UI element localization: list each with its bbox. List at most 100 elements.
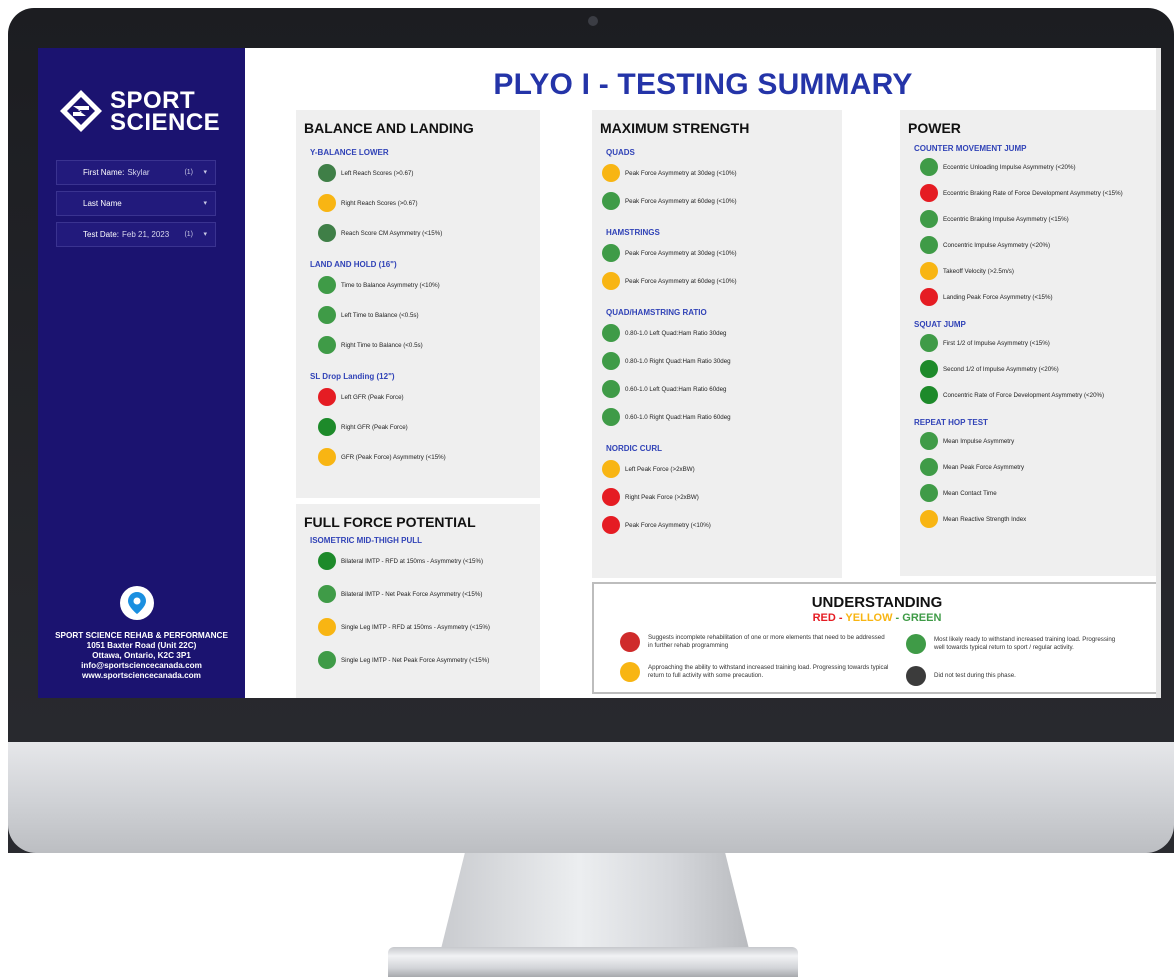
maximum-strength-panel: MAXIMUM STRENGTH QUADS Peak Force Asymmetr… [592,110,842,578]
status-dot-icon [318,585,336,603]
full-force-panel: FULL FORCE POTENTIAL ISOMETRIC MID-THIGH … [296,504,540,698]
test-date-label: Test Date: [83,230,120,239]
legend-red-item: Suggests incomplete rehabilitation of on… [620,632,890,652]
metric-row: Left Peak Force (>2xBW) [602,460,695,478]
metric-label: Bilateral IMTP - Net Peak Force Asymmetr… [341,590,483,598]
metric-row: First 1/2 of Impulse Asymmetry (<15%) [920,334,1050,352]
metric-label: Bilateral IMTP - RFD at 150ms - Asymmetr… [341,557,484,565]
test-date-filter[interactable]: Test Date: Feb 21, 2023 (1) ▾ [56,222,216,247]
metric-row: Peak Force Asymmetry (<10%) [602,516,711,534]
status-dot-icon [920,184,938,202]
section-label: SL Drop Landing (12") [310,372,395,381]
panel-heading: BALANCE AND LANDING [304,120,474,136]
dashboard-screen: SPORT SCIENCE First Name: Skylar (1) ▾ L… [38,48,1161,698]
metric-row: Right Peak Force (>2xBW) [602,488,699,506]
legend-green-word: GREEN [902,612,942,624]
metric-label: Peak Force Asymmetry at 60deg (<10%) [625,277,737,285]
metric-row: GFR (Peak Force) Asymmetry (<15%) [318,448,446,466]
section-label: Y-BALANCE LOWER [310,148,389,157]
status-dot-icon [318,388,336,406]
metric-label: Peak Force Asymmetry at 30deg (<10%) [625,249,737,257]
metric-row: Peak Force Asymmetry at 60deg (<10%) [602,192,737,210]
metric-row: Concentric Rate of Force Development Asy… [920,386,1104,404]
scrollbar[interactable] [1156,48,1161,698]
website-link[interactable]: www.sportsciencecanada.com [38,671,245,681]
location-pin-icon[interactable] [120,586,154,620]
metric-label: Eccentric Unloading Impulse Asymmetry (<… [943,163,1076,171]
last-name-filter[interactable]: Last Name ▾ [56,191,216,216]
metric-label: Mean Contact Time [943,489,997,497]
red-status-icon [620,632,640,652]
metric-label: Second 1/2 of Impulse Asymmetry (<20%) [943,365,1059,373]
email-link[interactable]: info@sportsciencecanada.com [38,661,245,671]
metric-label: Right Reach Scores (>0.67) [341,199,418,207]
test-date-value: Feb 21, 2023 [122,230,170,239]
first-name-filter[interactable]: First Name: Skylar (1) ▾ [56,160,216,185]
status-dot-icon [920,236,938,254]
metric-label: Eccentric Braking Impulse Asymmetry (<15… [943,215,1069,223]
metric-label: Left Time to Balance (<0.5s) [341,311,419,319]
metric-row: Single Leg IMTP - RFD at 150ms - Asymmet… [318,618,490,636]
metric-row: Peak Force Asymmetry at 30deg (<10%) [602,244,737,262]
metric-row: Right Reach Scores (>0.67) [318,194,418,212]
section-label: NORDIC CURL [606,444,662,453]
status-dot-icon [920,288,938,306]
metric-row: Mean Reactive Strength Index [920,510,1026,528]
chevron-down-icon: ▾ [203,200,207,207]
status-dot-icon [920,458,938,476]
section-label: COUNTER MOVEMENT JUMP [914,144,1027,153]
status-dot-icon [318,618,336,636]
legend-red-text: Suggests incomplete rehabilitation of on… [648,634,885,649]
metric-label: Concentric Rate of Force Development Asy… [943,391,1105,399]
metric-row: Left GFR (Peak Force) [318,388,404,406]
monitor-stand-base [388,947,798,977]
metric-row: Reach Score CM Asymmetry (<15%) [318,224,442,242]
metric-row: 0.60-1.0 Left Quad:Ham Ratio 60deg [602,380,726,398]
metric-row: Right Time to Balance (<0.5s) [318,336,423,354]
webcam [588,16,598,26]
status-dot-icon [920,158,938,176]
metric-label: Landing Peak Force Asymmetry (<15%) [943,293,1053,301]
legend-yellow-item: Approaching the ability to withstand inc… [620,662,900,682]
status-dot-icon [318,448,336,466]
metric-label: Mean Peak Force Asymmetry [943,463,1025,471]
last-name-label: Last Name [83,199,122,208]
status-dot-icon [920,510,938,528]
status-dot-icon [602,324,620,342]
section-label: SQUAT JUMP [914,320,966,329]
legend-separator: - [892,612,903,624]
section-label: LAND AND HOLD (16") [310,260,397,269]
power-panel: POWER COUNTER MOVEMENT JUMP Eccentric Unlo… [900,110,1161,576]
metric-row: Landing Peak Force Asymmetry (<15%) [920,288,1053,306]
status-dot-icon [920,210,938,228]
gray-status-icon [906,666,926,686]
status-dot-icon [602,460,620,478]
status-dot-icon [318,164,336,182]
logo-word-science: SCIENCE [110,109,221,136]
chevron-down-icon: ▾ [203,231,207,238]
metric-label: First 1/2 of Impulse Asymmetry (<15%) [943,339,1050,347]
balance-landing-panel: BALANCE AND LANDING Y-BALANCE LOWER Left R… [296,110,540,498]
legend-green-text: Most likely ready to withstand increased… [934,636,1116,651]
metric-label: Left Reach Scores (>0.67) [341,169,414,177]
metric-label: Mean Reactive Strength Index [943,515,1027,523]
legend-red-word: RED [812,612,836,624]
legend-yellow-word: YELLOW [845,612,893,624]
panel-heading: FULL FORCE POTENTIAL [304,514,476,530]
address-line-1: 1051 Baxter Road (Unit 22C) [86,641,197,650]
metric-label: Concentric Impulse Asymmetry (<20%) [943,241,1051,249]
metric-row: Takeoff Velocity (>2.5m/s) [920,262,1014,280]
status-dot-icon [920,360,938,378]
monitor-stand [440,853,750,953]
yellow-status-icon [620,662,640,682]
metric-row: Mean Peak Force Asymmetry [920,458,1024,476]
metric-row: Concentric Impulse Asymmetry (<20%) [920,236,1050,254]
status-dot-icon [920,386,938,404]
metric-row: Eccentric Braking Impulse Asymmetry (<15… [920,210,1069,228]
first-name-label: First Name: [83,168,125,177]
status-dot-icon [602,352,620,370]
monitor-chin [8,742,1174,853]
status-dot-icon [602,272,620,290]
metric-label: 0.80-1.0 Left Quad:Ham Ratio 30deg [625,329,727,337]
first-name-count: (1) [184,169,193,176]
